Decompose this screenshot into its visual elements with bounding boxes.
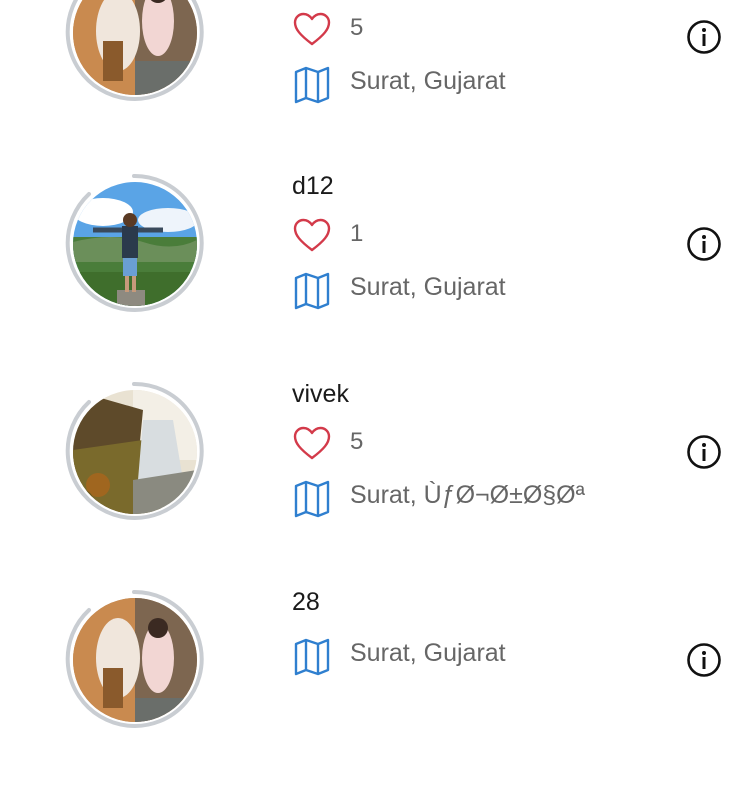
info-icon[interactable] — [686, 226, 722, 262]
heart-icon[interactable] — [292, 10, 332, 50]
feed-item[interactable]: 5 Surat, Gujarat — [0, 0, 750, 108]
info-icon[interactable] — [686, 19, 722, 55]
avatar[interactable] — [63, 380, 205, 522]
location-text: Surat, Gujarat — [350, 639, 506, 667]
heart-icon[interactable] — [292, 424, 332, 464]
map-icon — [294, 272, 330, 310]
location-text: Surat, ÙƒØ¬Ø±Ø§Øª — [350, 481, 585, 509]
map-icon — [294, 638, 330, 676]
like-count: 5 — [350, 428, 364, 455]
avatar[interactable] — [63, 588, 205, 730]
like-count: 1 — [350, 220, 364, 247]
username[interactable]: d12 — [292, 172, 334, 201]
waterfall-photo — [73, 390, 197, 514]
username[interactable]: vivek — [292, 380, 349, 409]
map-icon — [294, 480, 330, 518]
heart-icon[interactable] — [292, 216, 332, 256]
feed-item[interactable]: d12 1 Surat, Gujarat — [0, 172, 750, 380]
location-text: Surat, Gujarat — [350, 273, 506, 301]
man-on-cliff-photo — [73, 182, 197, 306]
location-text: Surat, Gujarat — [350, 67, 506, 95]
like-count: 5 — [350, 14, 364, 41]
couple-photo — [73, 598, 197, 722]
map-icon — [294, 66, 330, 104]
feed-item[interactable]: vivek 5 Surat, ÙƒØ¬Ø±Ø§Øª — [0, 380, 750, 588]
username[interactable]: 28 — [292, 588, 320, 617]
avatar[interactable] — [63, 0, 205, 103]
feed-item[interactable]: 28 Surat, Gujarat — [0, 588, 750, 796]
info-icon[interactable] — [686, 434, 722, 470]
avatar[interactable] — [63, 172, 205, 314]
info-icon[interactable] — [686, 642, 722, 678]
